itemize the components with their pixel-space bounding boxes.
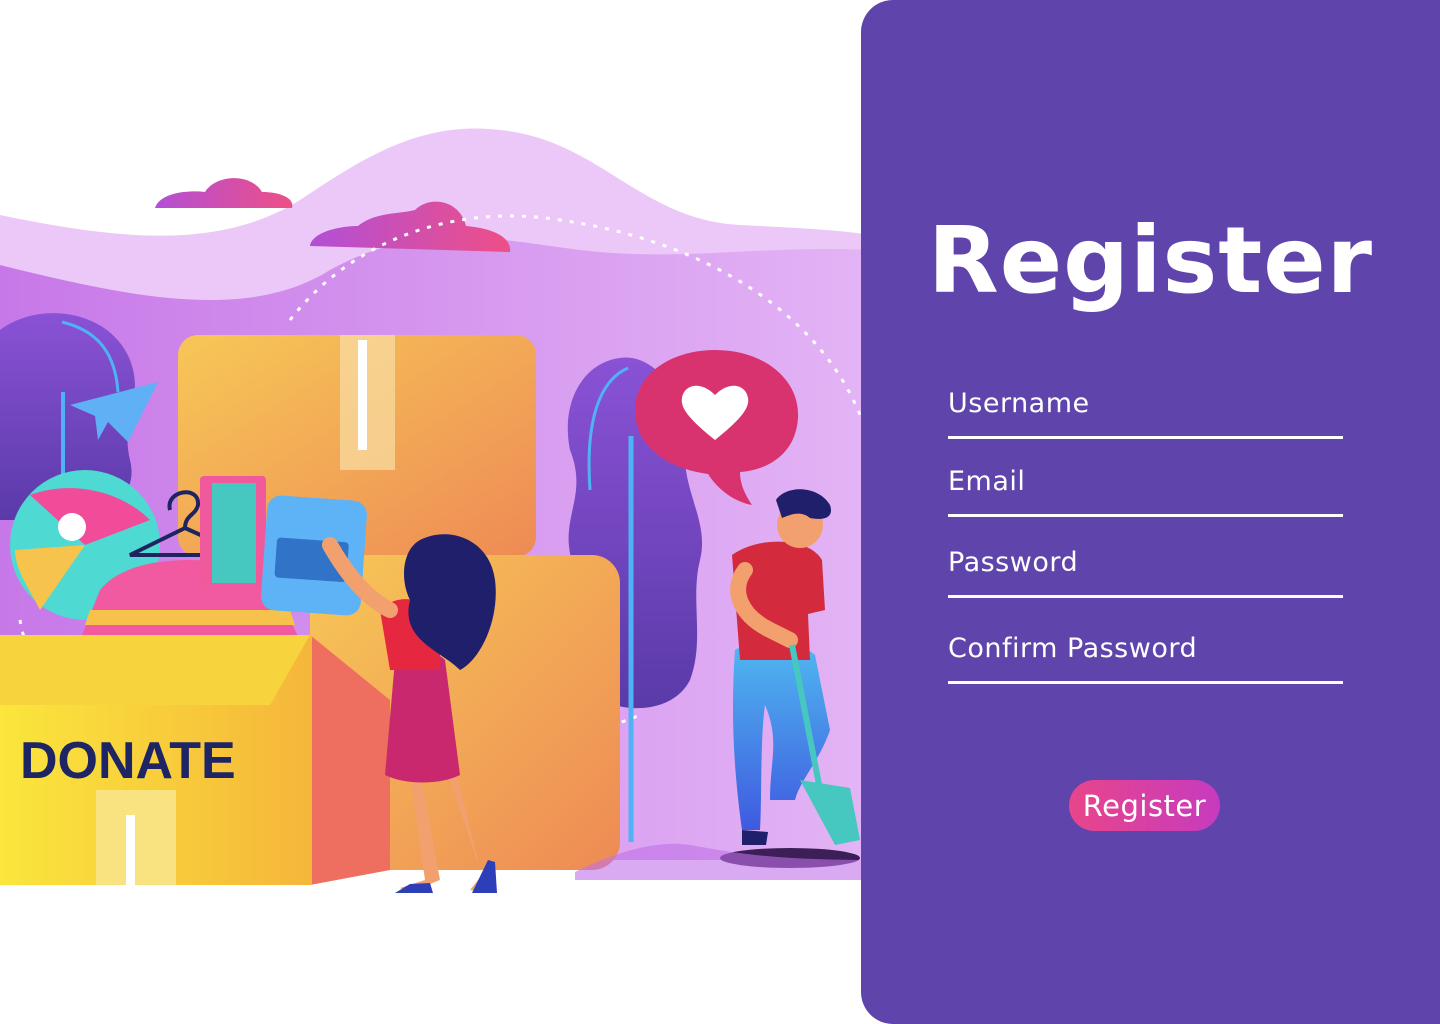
register-panel: Register Username Email Password Confirm… [861, 0, 1440, 1024]
register-button[interactable]: Register [1069, 780, 1220, 831]
cloud-icon [155, 178, 293, 208]
email-field[interactable]: Email [948, 462, 1343, 517]
donation-illustration: DONATE [0, 128, 870, 893]
password-field[interactable]: Password [948, 543, 1343, 598]
username-field[interactable]: Username [948, 384, 1343, 439]
donate-label: DONATE [20, 732, 236, 790]
page-title: Register [927, 207, 1374, 314]
confirm-password-field[interactable]: Confirm Password [948, 629, 1343, 684]
username-input[interactable] [948, 384, 1343, 436]
confirm-password-input[interactable] [948, 629, 1343, 681]
email-input[interactable] [948, 462, 1343, 514]
password-input[interactable] [948, 543, 1343, 595]
